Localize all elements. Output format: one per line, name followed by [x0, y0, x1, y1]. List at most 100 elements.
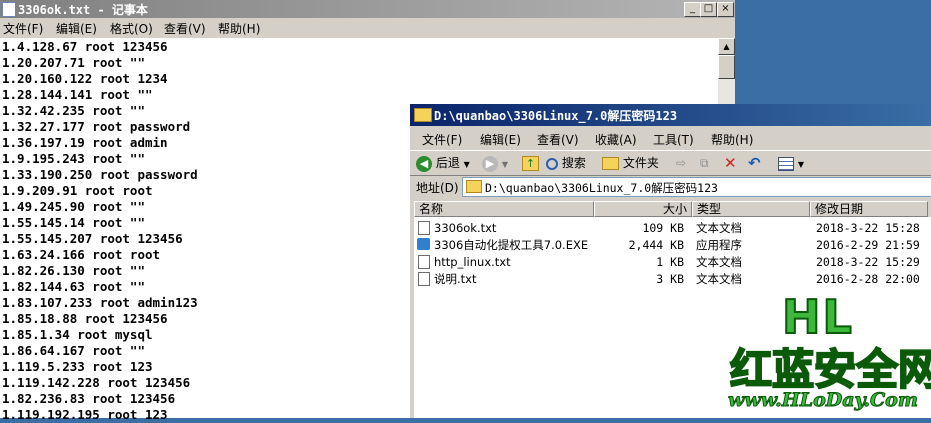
file-type: 文本文档: [696, 255, 742, 269]
file-type: 文本文档: [696, 221, 742, 235]
copy-to-icon: ⧉: [700, 156, 709, 170]
column-size[interactable]: 大小: [594, 201, 692, 217]
file-list-header: 名称 大小 类型 修改日期: [414, 201, 931, 217]
folder-icon: [414, 108, 432, 122]
text-line: 1.55.145.14 root "": [2, 215, 145, 230]
minimize-button[interactable]: _: [684, 2, 701, 17]
file-size: 109 KB: [642, 221, 684, 235]
menu-help[interactable]: 帮助(H): [218, 20, 260, 37]
column-type[interactable]: 类型: [692, 201, 810, 217]
chevron-down-icon: ▼: [501, 160, 508, 169]
text-line: 1.9.195.243 root "": [2, 151, 145, 166]
file-row[interactable]: http_linux.txt 1 KB 文本文档 2018-3-22 15:29: [414, 253, 931, 270]
up-folder-icon: ↑: [522, 156, 539, 171]
notepad-lines: 1.4.128.67 root 123456 1.20.207.71 root "…: [2, 39, 198, 423]
explorer-toolbar: ◀ 后退 ▼ ▶ ▼ ↑ 搜索 文件夹 ⇨ ⧉ ✕ ↶ ▼: [410, 150, 931, 176]
text-line: 1.119.5.233 root 123: [2, 359, 153, 374]
menu-edit[interactable]: 编辑(E): [480, 131, 521, 148]
notepad-icon: [2, 2, 16, 17]
notepad-menu-bar: 文件(F) 编辑(E) 格式(O) 查看(V) 帮助(H): [0, 18, 735, 38]
text-line: 1.82.236.83 root 123456: [2, 391, 176, 406]
move-to-icon: ⇨: [676, 156, 687, 170]
file-name: 3306自动化提权工具7.0.EXE: [434, 238, 589, 252]
text-line: 1.36.197.19 root admin: [2, 135, 168, 150]
menu-file[interactable]: 文件(F): [3, 20, 43, 37]
undo-button[interactable]: ↶: [748, 154, 761, 172]
file-name: http_linux.txt: [434, 255, 511, 269]
up-button[interactable]: ↑: [522, 154, 539, 172]
watermark-site-name: 红蓝安全网: [729, 344, 931, 395]
copy-to-button[interactable]: ⧉: [700, 154, 709, 172]
text-line: 1.119.192.195 root 123: [2, 407, 168, 422]
menu-file[interactable]: 文件(F): [422, 131, 462, 148]
text-line: 1.85.18.88 root 123456: [2, 311, 168, 326]
file-name: 说明.txt: [434, 272, 477, 286]
back-label: 后退: [435, 156, 460, 170]
text-line: 1.32.27.177 root password: [2, 119, 191, 134]
views-button[interactable]: ▼: [778, 154, 804, 172]
column-name[interactable]: 名称: [414, 201, 594, 217]
text-line: 1.82.26.130 root "": [2, 263, 145, 278]
file-type: 文本文档: [696, 272, 742, 286]
address-bar: 地址(D) D:\quanbao\3306Linux_7.0解压密码123: [410, 176, 931, 198]
move-to-button[interactable]: ⇨: [676, 154, 686, 172]
menu-format[interactable]: 格式(O): [110, 20, 153, 37]
folder-icon: [602, 157, 619, 170]
delete-button[interactable]: ✕: [724, 154, 737, 172]
file-row[interactable]: 3306自动化提权工具7.0.EXE 2,444 KB 应用程序 2016-2-29 …: [414, 236, 931, 253]
file-date: 2016-2-29 21:59: [816, 238, 920, 252]
chevron-down-icon: ▼: [797, 160, 804, 169]
back-button[interactable]: ◀ 后退 ▼: [416, 154, 470, 172]
menu-favorites[interactable]: 收藏(A): [595, 131, 637, 148]
maximize-button[interactable]: □: [700, 2, 717, 17]
text-file-icon: [418, 221, 430, 235]
address-input[interactable]: D:\quanbao\3306Linux_7.0解压密码123: [462, 177, 931, 197]
text-line: 1.33.190.250 root password: [2, 167, 198, 182]
explorer-menu-bar: 文件(F) 编辑(E) 查看(V) 收藏(A) 工具(T) 帮助(H): [410, 128, 931, 148]
search-button[interactable]: 搜索: [546, 154, 586, 172]
menu-edit[interactable]: 编辑(E): [56, 20, 97, 37]
back-arrow-icon: ◀: [416, 155, 432, 172]
menu-view[interactable]: 查看(V): [164, 20, 206, 37]
explorer-title: D:\quanbao\3306Linux_7.0解压密码123: [434, 109, 678, 123]
exe-icon: [417, 238, 430, 250]
close-button[interactable]: ×: [717, 2, 734, 17]
text-line: 1.55.145.207 root 123456: [2, 231, 183, 246]
file-size: 2,444 KB: [628, 238, 684, 252]
text-line: 1.4.128.67 root 123456: [2, 39, 168, 54]
explorer-title-bar[interactable]: D:\quanbao\3306Linux_7.0解压密码123: [410, 104, 931, 126]
text-line: 1.83.107.233 root admin123: [2, 295, 198, 310]
search-label: 搜索: [561, 156, 586, 170]
file-size: 3 KB: [656, 272, 684, 286]
column-modified[interactable]: 修改日期: [810, 201, 928, 217]
file-date: 2016-2-28 22:00: [816, 272, 920, 286]
text-line: 1.85.1.34 root mysql: [2, 327, 153, 342]
text-line: 1.63.24.166 root root: [2, 247, 161, 262]
file-size: 1 KB: [656, 255, 684, 269]
folders-button[interactable]: 文件夹: [602, 154, 659, 172]
scroll-thumb[interactable]: [718, 55, 735, 79]
notepad-title-bar[interactable]: 3306ok.txt - 记事本 _ □ ×: [0, 0, 735, 18]
text-line: 1.20.207.71 root "": [2, 55, 145, 70]
scroll-up-icon[interactable]: ▲: [718, 38, 735, 55]
text-file-icon: [418, 272, 430, 286]
search-icon: [546, 157, 558, 170]
file-date: 2018-3-22 15:29: [816, 255, 920, 269]
file-type: 应用程序: [696, 238, 742, 252]
folders-label: 文件夹: [622, 156, 659, 170]
text-line: 1.86.64.167 root "": [2, 343, 145, 358]
menu-view[interactable]: 查看(V): [537, 131, 579, 148]
text-file-icon: [418, 255, 430, 269]
notepad-title: 3306ok.txt - 记事本: [18, 3, 148, 17]
file-name: 3306ok.txt: [434, 221, 497, 235]
forward-button[interactable]: ▶ ▼: [482, 154, 508, 172]
text-line: 1.9.209.91 root root: [2, 183, 153, 198]
text-line: 1.28.144.141 root "": [2, 87, 153, 102]
menu-help[interactable]: 帮助(H): [711, 131, 753, 148]
text-line: 1.82.144.63 root "": [2, 279, 145, 294]
file-row[interactable]: 3306ok.txt 109 KB 文本文档 2018-3-22 15:28: [414, 219, 931, 236]
address-label: 地址(D): [416, 181, 459, 195]
text-line: 1.32.42.235 root "": [2, 103, 145, 118]
file-row[interactable]: 说明.txt 3 KB 文本文档 2016-2-28 22:00: [414, 270, 931, 287]
menu-tools[interactable]: 工具(T): [653, 131, 694, 148]
